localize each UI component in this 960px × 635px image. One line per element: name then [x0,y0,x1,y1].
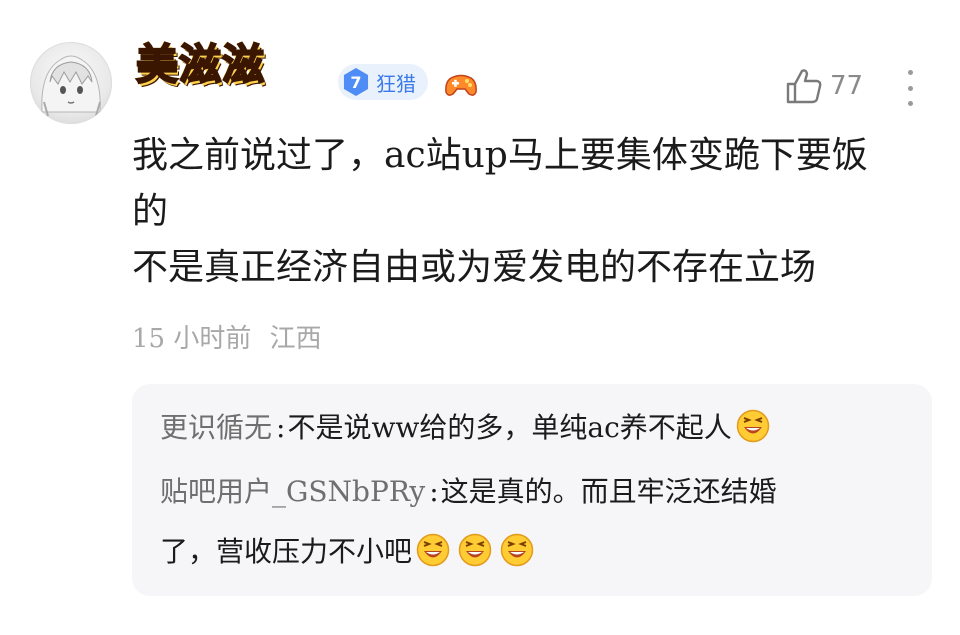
comment-line: 不是真正经济自由或为爱发电的不存在立场 [132,247,817,288]
laughing-emoji-icon [416,533,450,567]
like-button[interactable]: 77 [784,66,863,106]
level-title: 狂猎 [376,71,416,96]
reply-item[interactable]: 贴吧用户_GSNbPRy:这是真的。而且牢泛还结婚 了，营收压力不小吧 [160,462,910,582]
avatar[interactable] [30,42,112,124]
reply-colon: : [276,411,286,444]
comment-time: 15 小时前 [132,324,252,354]
laughing-emoji-icon [736,409,770,443]
laughing-emoji-icon [500,533,534,567]
comment-body: 我之前说过了，ac站up马上要集体变跪下要饭 的 不是真正经济自由或为爱发电的不… [132,128,942,296]
game-controller-icon [444,70,478,98]
reply-author[interactable]: 更识循无 [160,411,272,444]
reply-text: 了，营收压力不小吧 [160,535,413,568]
reply-text: 这是真的。而且牢泛还结婚 [440,475,777,508]
comment-meta: 15 小时前 江西 [132,318,322,355]
comment-location: 江西 [269,324,322,354]
reply-text: 不是说ww给的多，单纯ac养不起人 [287,411,732,444]
more-options-icon[interactable] [898,68,922,108]
reply-item[interactable]: 更识循无:不是说ww给的多，单纯ac养不起人 [160,398,910,458]
laughing-emoji-icon [458,533,492,567]
comment-line: 我之前说过了，ac站up马上要集体变跪下要饭 [132,135,868,176]
level-badge: 7 狂猎 [338,64,428,100]
level-number: 7 [343,68,369,96]
reply-panel[interactable]: 更识循无:不是说ww给的多，单纯ac养不起人 贴吧用户_GSNbPRy:这是真的… [132,384,932,596]
like-count: 77 [830,71,864,101]
thumbs-up-icon [786,69,822,104]
reply-author[interactable]: 贴吧用户_GSNbPRy [160,475,425,508]
username[interactable]: 美滋滋 [135,43,265,87]
comment-line: 的 [132,191,169,232]
reply-colon: : [429,475,439,508]
